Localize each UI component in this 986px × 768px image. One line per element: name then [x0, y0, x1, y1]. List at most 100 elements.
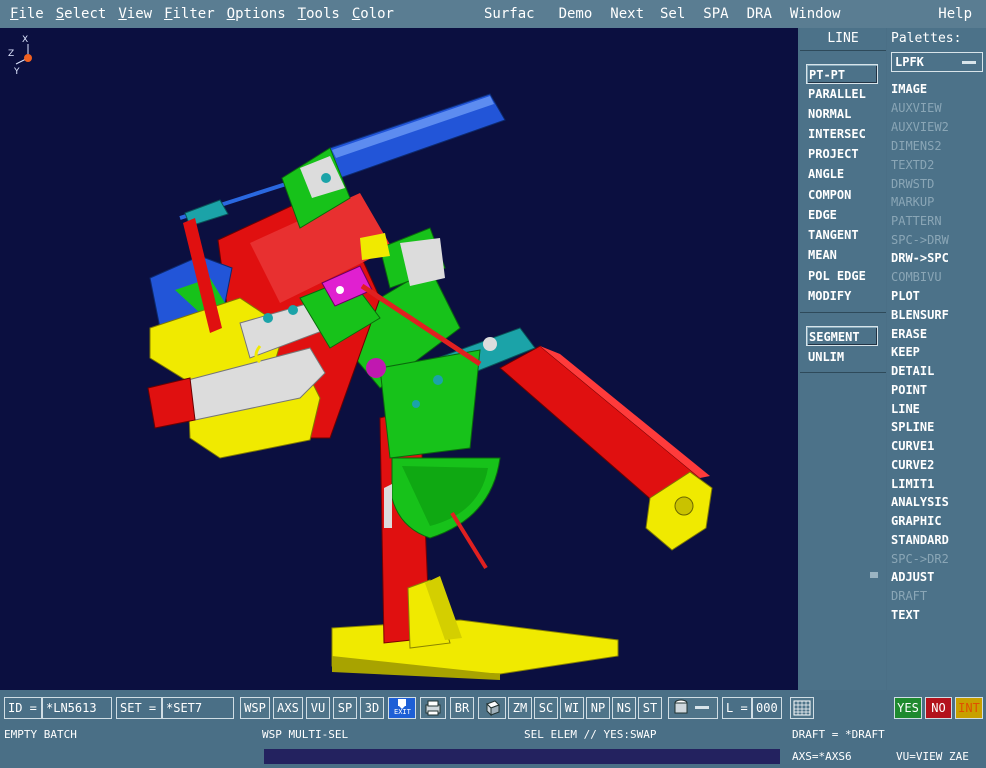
exit-label: EXIT: [394, 708, 411, 716]
palette-item-spc-drw: SPC->DRW: [891, 233, 949, 247]
grid-button[interactable]: [790, 697, 814, 719]
panel-scroll-handle[interactable]: [870, 572, 878, 578]
line-option-angle[interactable]: ANGLE: [806, 164, 878, 184]
axis-z-label: Z: [8, 49, 14, 59]
palette-item-text[interactable]: TEXT: [891, 606, 983, 625]
exit-button[interactable]: EXIT: [388, 697, 416, 719]
print-button[interactable]: [420, 697, 446, 719]
line-option-compon[interactable]: COMPON: [806, 185, 878, 205]
line-option-edge[interactable]: EDGE: [806, 205, 878, 225]
axis-x-label: X: [22, 35, 28, 45]
line-option-pol-edge[interactable]: POL EDGE: [806, 266, 878, 286]
palette-item-adjust[interactable]: ADJUST: [891, 568, 983, 587]
menu-dra[interactable]: DRA: [741, 6, 778, 22]
menu-spa[interactable]: SPA: [697, 6, 734, 22]
l-field[interactable]: 000: [752, 697, 782, 719]
line-option-project[interactable]: PROJECT: [806, 144, 878, 164]
id-label: ID =: [4, 697, 42, 719]
menu-sel[interactable]: Sel: [654, 6, 691, 22]
menu-window[interactable]: Window: [784, 6, 847, 22]
line-option-pt-pt[interactable]: PT-PT: [806, 64, 878, 84]
np-button[interactable]: NP: [586, 697, 610, 719]
palette-item-point[interactable]: POINT: [891, 381, 983, 400]
wi-button[interactable]: WI: [560, 697, 584, 719]
palette-item-spline[interactable]: SPLINE: [891, 418, 983, 437]
zm-button[interactable]: ZM: [508, 697, 532, 719]
status-draft: DRAFT = *DRAFT: [792, 728, 885, 741]
menu-bar: File Select View Filter Options Tools Co…: [0, 0, 986, 28]
cube-view-button[interactable]: [478, 697, 506, 719]
line-mode-unlim[interactable]: UNLIM: [806, 347, 878, 367]
3d-viewport[interactable]: X Z Y: [0, 28, 798, 690]
line-option-tangent[interactable]: TANGENT: [806, 225, 878, 245]
id-field[interactable]: *LN5613: [42, 697, 112, 719]
axis-triad-icon: [15, 44, 32, 65]
yes-button[interactable]: YES: [894, 697, 922, 719]
status-prompt: SEL ELEM // YES:SWAP: [524, 728, 657, 741]
sc-button[interactable]: SC: [534, 697, 558, 719]
menu-color[interactable]: Color: [346, 6, 400, 22]
status-wsp: WSP MULTI-SEL: [262, 728, 349, 741]
palette-item-curve1[interactable]: CURVE1: [891, 437, 983, 456]
status-bar: EMPTY BATCH WSP MULTI-SEL SEL ELEM // YE…: [0, 724, 986, 768]
menu-help[interactable]: Help: [932, 6, 978, 22]
line-mode-segment[interactable]: SEGMENT: [806, 326, 878, 346]
palette-item-erase[interactable]: ERASE: [891, 325, 983, 344]
palette-item-spc-dr2: SPC->DR2: [891, 552, 949, 566]
palette-item-keep[interactable]: KEEP: [891, 343, 983, 362]
menu-next[interactable]: Next: [604, 6, 650, 22]
palette-item-graphic[interactable]: GRAPHIC: [891, 512, 983, 531]
palettes-title: Palettes:: [891, 31, 962, 46]
layer-select[interactable]: [668, 697, 718, 719]
3d-button[interactable]: 3D: [360, 697, 384, 719]
menu-file[interactable]: File: [4, 6, 50, 22]
line-option-modify[interactable]: MODIFY: [806, 286, 878, 306]
palette-item-markup: MARKUP: [891, 195, 935, 209]
line-option-mean[interactable]: MEAN: [806, 245, 878, 265]
ns-button[interactable]: NS: [612, 697, 636, 719]
bottom-toolbar: ID = *LN5613 SET = *SET7 WSP AXS VU SP 3…: [0, 692, 986, 724]
int-button[interactable]: INT: [955, 697, 983, 719]
palette-dropdown[interactable]: LPFK: [891, 52, 983, 72]
palette-item-analysis[interactable]: ANALYSIS: [891, 493, 983, 512]
vu-button[interactable]: VU: [306, 697, 330, 719]
menu-surfac[interactable]: Surfac: [478, 6, 541, 22]
printer-icon: [425, 700, 441, 716]
palette-item-line[interactable]: LINE: [891, 400, 983, 419]
no-button[interactable]: NO: [925, 697, 952, 719]
palette-item-curve2[interactable]: CURVE2: [891, 456, 983, 475]
set-label: SET =: [116, 697, 162, 719]
axis-y-label: Y: [13, 67, 20, 77]
menu-tools[interactable]: Tools: [292, 6, 346, 22]
cylinder-icon: [674, 699, 709, 714]
set-field[interactable]: *SET7: [162, 697, 234, 719]
menu-select[interactable]: Select: [50, 6, 113, 22]
cube-icon: [486, 700, 500, 717]
palette-item-drwstd: DRWSTD: [891, 177, 935, 191]
line-option-intersec[interactable]: INTERSEC: [806, 124, 878, 144]
command-input[interactable]: [264, 749, 780, 764]
palette-item-limit1[interactable]: LIMIT1: [891, 475, 983, 494]
br-button[interactable]: BR: [450, 697, 474, 719]
palettes-panel: Palettes: LPFK IMAGE AUXVIEW AUXVIEW2 DI…: [887, 28, 986, 690]
cad-model: X Z Y: [8, 35, 713, 680]
palette-item-dimens2: DIMENS2: [891, 139, 942, 153]
palette-item-plot[interactable]: PLOT: [891, 287, 983, 306]
menu-demo[interactable]: Demo: [553, 6, 599, 22]
sp-button[interactable]: SP: [333, 697, 357, 719]
palette-item-auxview: AUXVIEW: [891, 101, 942, 115]
menu-filter[interactable]: Filter: [158, 6, 221, 22]
line-option-parallel[interactable]: PARALLEL: [806, 84, 878, 104]
palette-item-standard[interactable]: STANDARD: [891, 531, 983, 550]
palette-item-detail[interactable]: DETAIL: [891, 362, 983, 381]
menu-view[interactable]: View: [112, 6, 158, 22]
st-button[interactable]: ST: [638, 697, 662, 719]
palette-item-image[interactable]: IMAGE: [891, 80, 983, 99]
line-option-normal[interactable]: NORMAL: [806, 104, 878, 124]
palette-item-drw-spc[interactable]: DRW->SPC: [891, 249, 983, 268]
menu-options[interactable]: Options: [221, 6, 292, 22]
axs-button[interactable]: AXS: [273, 697, 303, 719]
palette-dropdown-value: LPFK: [895, 55, 924, 69]
wsp-button[interactable]: WSP: [240, 697, 270, 719]
palette-item-blensurf[interactable]: BLENSURF: [891, 306, 983, 325]
